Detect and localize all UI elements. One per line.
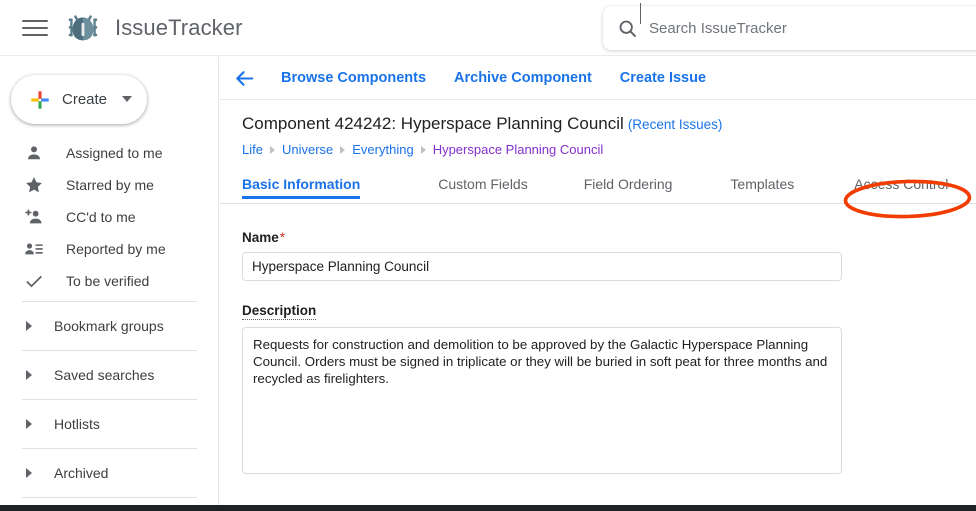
sidebar-item-to-be-verified[interactable]: To be verified: [0, 265, 218, 297]
hamburger-menu-icon[interactable]: [22, 15, 48, 41]
required-asterisk: *: [279, 230, 286, 245]
sidebar-group-hotlists[interactable]: Hotlists: [0, 400, 218, 448]
create-button-label: Create: [62, 91, 108, 108]
name-input[interactable]: [242, 252, 842, 281]
sidebar-item-assigned-to-me[interactable]: Assigned to me: [0, 137, 218, 169]
sidebar-group-saved-searches[interactable]: Saved searches: [0, 351, 218, 399]
tab-basic-information[interactable]: Basic Information: [242, 171, 361, 199]
create-button[interactable]: Create: [11, 75, 147, 124]
sidebar-nav-list: Assigned to me Starred by me CC'd to me: [0, 137, 218, 297]
title-block: Component 424242: Hyperspace Planning Co…: [220, 100, 976, 157]
sidebar-group-bookmark-groups[interactable]: Bookmark groups: [0, 302, 218, 350]
star-icon: [26, 177, 42, 193]
top-bar: IssueTracker: [0, 0, 976, 56]
tab-templates[interactable]: Templates: [730, 171, 794, 192]
breadcrumb-item-everything[interactable]: Everything: [352, 142, 413, 157]
tab-bar: Basic Information Custom Fields Field Or…: [220, 171, 976, 204]
search-box[interactable]: [603, 3, 976, 50]
chevron-down-icon[interactable]: [122, 96, 132, 102]
sidebar-divider: [22, 497, 197, 498]
breadcrumb-item-universe[interactable]: Universe: [282, 142, 333, 157]
page-title: Component 424242: Hyperspace Planning Co…: [242, 114, 624, 133]
breadcrumb-separator-icon: [269, 145, 275, 154]
breadcrumb-item-life[interactable]: Life: [242, 142, 263, 157]
description-textarea[interactable]: [242, 327, 842, 474]
sidebar-item-label: Assigned to me: [66, 145, 163, 161]
plus-icon: [31, 90, 49, 109]
tab-access-control[interactable]: Access Control: [854, 171, 948, 192]
bug-logo-icon: [68, 14, 98, 40]
check-icon: [26, 275, 42, 288]
triangle-right-icon: [26, 419, 32, 429]
sidebar-group-label: Archived: [54, 465, 109, 481]
breadcrumb-item-current[interactable]: Hyperspace Planning Council: [433, 142, 604, 157]
sidebar-item-reported-by-me[interactable]: Reported by me: [0, 233, 218, 265]
breadcrumb-separator-icon: [420, 145, 426, 154]
back-arrow-icon[interactable]: [233, 67, 256, 90]
sidebar-group-archived[interactable]: Archived: [0, 449, 218, 497]
field-spacer: [242, 281, 976, 303]
search-icon: [619, 20, 636, 37]
action-browse-components[interactable]: Browse Components: [281, 70, 426, 86]
tab-custom-fields[interactable]: Custom Fields: [438, 171, 527, 192]
action-archive-component[interactable]: Archive Component: [454, 70, 592, 86]
sidebar-item-label: Starred by me: [66, 177, 154, 193]
breadcrumb-separator-icon: [340, 145, 346, 154]
name-label-text: Name: [242, 230, 279, 245]
person-icon: [28, 146, 40, 160]
sidebar-item-label: To be verified: [66, 273, 150, 289]
text-caret: [640, 3, 641, 24]
name-field-label: Name*: [242, 230, 976, 245]
main-content: Browse Components Archive Component Crea…: [220, 57, 976, 505]
sidebar-group-label: Hotlists: [54, 416, 100, 432]
triangle-right-icon: [26, 370, 32, 380]
tab-field-ordering[interactable]: Field Ordering: [584, 171, 673, 192]
basic-information-form: Name* Description: [220, 204, 976, 479]
app-root: IssueTracker Create: [0, 0, 976, 511]
recent-issues-link[interactable]: (Recent Issues): [628, 117, 723, 132]
person-list-icon: [25, 243, 43, 255]
sidebar-item-label: CC'd to me: [66, 209, 136, 225]
breadcrumb: Life Universe Everything Hyperspace Plan…: [242, 142, 976, 157]
sidebar-item-label: Reported by me: [66, 241, 166, 257]
action-bar: Browse Components Archive Component Crea…: [220, 57, 976, 100]
description-field-label: Description: [242, 303, 976, 320]
brand[interactable]: IssueTracker: [64, 9, 243, 47]
sidebar-item-ccd-to-me[interactable]: CC'd to me: [0, 201, 218, 233]
search-input[interactable]: [647, 13, 976, 43]
bottom-bar: [0, 505, 976, 511]
triangle-right-icon: [26, 468, 32, 478]
description-label-text: Description: [242, 303, 317, 320]
sidebar-group-label: Bookmark groups: [54, 318, 164, 334]
sidebar-group-label: Saved searches: [54, 367, 155, 383]
action-create-issue[interactable]: Create Issue: [620, 70, 706, 86]
sidebar-item-starred-by-me[interactable]: Starred by me: [0, 169, 218, 201]
triangle-right-icon: [26, 321, 32, 331]
sidebar: Create Assigned to me Starred by me CC'd…: [0, 57, 219, 505]
person-add-icon: [25, 209, 42, 224]
sidebar-group-list: Bookmark groups Saved searches Hotlists …: [0, 301, 218, 498]
brand-title: IssueTracker: [115, 14, 243, 40]
